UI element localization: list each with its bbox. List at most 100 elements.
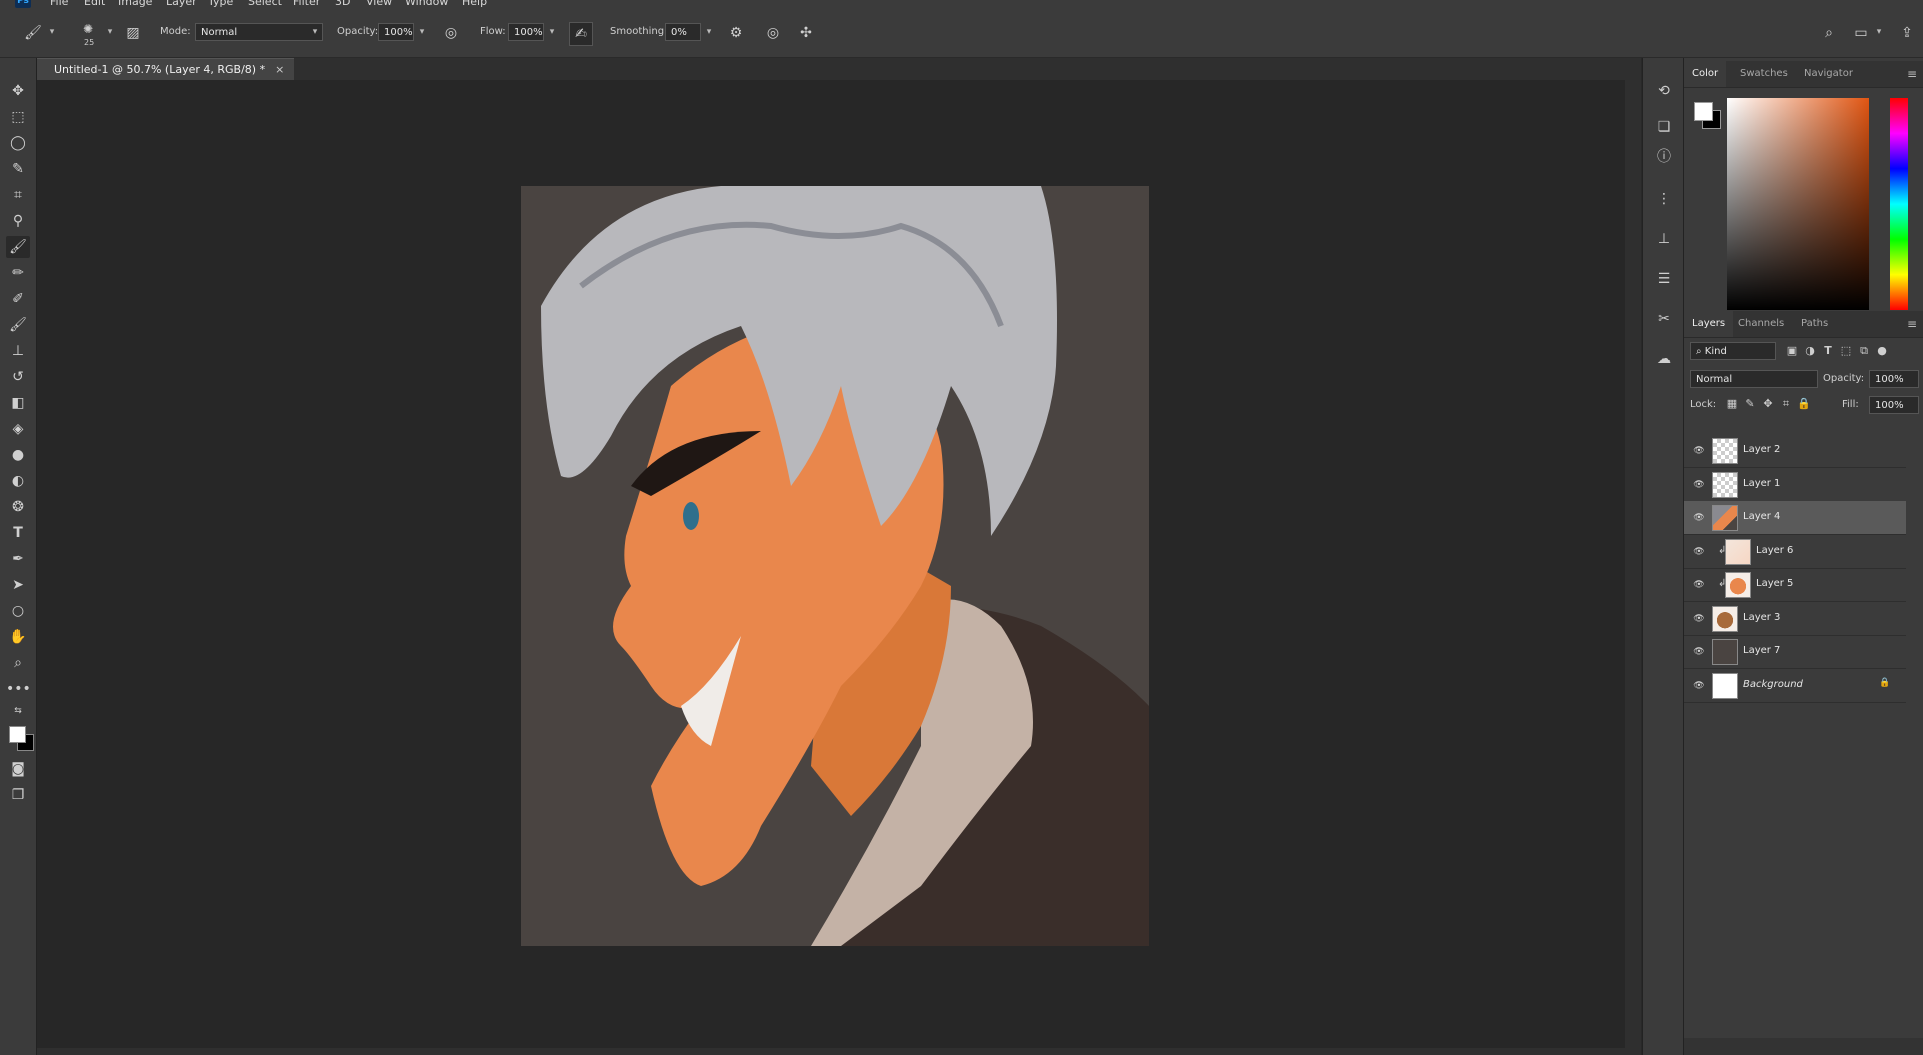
menu-help[interactable]: Help	[462, 0, 487, 8]
history-brush-tool-icon[interactable]: ↺	[6, 366, 30, 388]
marquee-tool-icon[interactable]: ⬚	[6, 106, 30, 128]
ellipse-tool-icon[interactable]: ○	[6, 600, 30, 622]
filter-toggle-icon[interactable]: ●	[1874, 343, 1890, 359]
artwork-canvas[interactable]	[521, 186, 1149, 946]
libraries-icon[interactable]: ❏	[1653, 116, 1675, 138]
type-tool-icon[interactable]: T	[6, 522, 30, 544]
layer-name[interactable]: Layer 6	[1756, 545, 1793, 556]
tab-channels[interactable]: Channels	[1730, 311, 1792, 337]
search-icon[interactable]: ⌕	[1818, 22, 1840, 44]
tab-swatches[interactable]: Swatches	[1732, 61, 1796, 87]
tab-paths[interactable]: Paths	[1793, 311, 1836, 337]
layer-row[interactable]: 👁 ↲ Layer 6	[1684, 535, 1906, 569]
clone-source-icon[interactable]: ⊥	[1653, 228, 1675, 250]
tools-presets-icon[interactable]: ✂	[1653, 308, 1675, 330]
layer-thumbnail[interactable]	[1725, 538, 1751, 565]
layer-name[interactable]: Layer 1	[1743, 478, 1780, 489]
panel-menu-icon[interactable]: ≡	[1907, 61, 1917, 87]
horizontal-scrollbar[interactable]	[37, 1048, 1641, 1055]
menu-type[interactable]: Type	[208, 0, 233, 8]
lock-all-icon[interactable]: 🔒	[1796, 396, 1812, 412]
chevron-down-icon[interactable]: ▾	[546, 23, 558, 41]
vertical-scrollbar[interactable]	[1625, 80, 1641, 1048]
panel-menu-icon[interactable]: ≡	[1907, 311, 1917, 337]
tab-layers[interactable]: Layers	[1684, 311, 1734, 337]
hand-tool-icon[interactable]: ✋	[6, 626, 30, 648]
visibility-eye-icon[interactable]: 👁	[1692, 645, 1706, 659]
layer-name[interactable]: Background	[1743, 679, 1803, 690]
pen-tool-icon[interactable]: ✒	[6, 548, 30, 570]
airbrush-icon[interactable]: ✍	[569, 22, 593, 46]
share-icon[interactable]: ⇪	[1896, 22, 1918, 44]
lock-icon[interactable]: 🔒	[1879, 678, 1890, 688]
visibility-eye-icon[interactable]: 👁	[1692, 679, 1706, 693]
tab-color[interactable]: Color	[1684, 61, 1727, 87]
layer-row[interactable]: 👁 Background 🔒	[1684, 669, 1906, 703]
filter-adjustment-icon[interactable]: ◑	[1802, 343, 1818, 359]
clone-stamp-tool-icon[interactable]: ⊥	[6, 340, 30, 362]
brush-settings-icon[interactable]: ⋮	[1653, 188, 1675, 210]
chevron-down-icon[interactable]: ▾	[416, 23, 428, 41]
document-tab[interactable]: Untitled-1 @ 50.7% (Layer 4, RGB/8) * ×	[37, 58, 295, 81]
fill-field[interactable]: 100%	[1869, 396, 1919, 414]
saturation-brightness-field[interactable]	[1727, 98, 1869, 310]
workspace-icon[interactable]: ▭	[1850, 22, 1872, 44]
layer-name[interactable]: Layer 5	[1756, 578, 1793, 589]
visibility-eye-icon[interactable]: 👁	[1692, 444, 1706, 458]
move-tool-icon[interactable]: ✥	[6, 80, 30, 102]
foreground-color-swatch[interactable]	[9, 726, 26, 743]
eyedropper-tool-icon[interactable]: ⚲	[6, 210, 30, 232]
swap-colors-icon[interactable]: ⇆	[6, 704, 30, 718]
brush-settings-panel-icon[interactable]: ▨	[122, 22, 144, 44]
filter-pixel-icon[interactable]: ▣	[1784, 343, 1800, 359]
blend-mode-select[interactable]: Normal	[1690, 370, 1818, 388]
menu-file[interactable]: File	[50, 0, 68, 8]
lock-transparent-icon[interactable]: ▦	[1724, 396, 1740, 412]
foreground-color-swatch[interactable]	[1694, 102, 1713, 121]
screen-mode-icon[interactable]: ❐	[6, 784, 30, 806]
layer-row[interactable]: 👁 Layer 7	[1684, 635, 1906, 669]
paint-bucket-tool-icon[interactable]: ◈	[6, 418, 30, 440]
lasso-tool-icon[interactable]: ◯	[6, 132, 30, 154]
more-tools-icon[interactable]: •••	[6, 678, 31, 700]
tab-navigator[interactable]: Navigator	[1796, 61, 1861, 87]
pressure-opacity-icon[interactable]: ◎	[440, 22, 462, 44]
close-icon[interactable]: ×	[275, 63, 284, 76]
chevron-down-icon[interactable]: ▾	[104, 23, 116, 41]
path-selection-tool-icon[interactable]: ➤	[6, 574, 30, 596]
creative-cloud-icon[interactable]: ☁	[1653, 348, 1675, 370]
menu-image[interactable]: Image	[118, 0, 152, 8]
lock-position-icon[interactable]: ✥	[1760, 396, 1776, 412]
layer-row[interactable]: 👁 Layer 3	[1684, 602, 1906, 636]
layer-row[interactable]: 👁 ↲ Layer 5	[1684, 568, 1906, 602]
chevron-down-icon[interactable]: ▾	[703, 23, 715, 41]
layer-thumbnail[interactable]	[1712, 639, 1738, 665]
filter-shape-icon[interactable]: ⬚	[1838, 343, 1854, 359]
visibility-eye-icon[interactable]: 👁	[1692, 578, 1706, 592]
menu-window[interactable]: Window	[405, 0, 448, 8]
brush-tool-icon[interactable]: 🖌	[6, 236, 30, 258]
brush-tool-preset-icon[interactable]: 🖌	[22, 22, 44, 44]
menu-view[interactable]: View	[366, 0, 392, 8]
layer-row[interactable]: 👁 Layer 2	[1684, 434, 1906, 468]
visibility-eye-icon[interactable]: 👁	[1692, 545, 1706, 559]
flow-field[interactable]: 100%	[508, 23, 544, 41]
smoothing-field[interactable]: 0%	[665, 23, 701, 41]
mixer-brush-tool-icon[interactable]: 🖌	[6, 314, 30, 336]
layer-thumbnail[interactable]	[1712, 471, 1738, 498]
layer-thumbnail[interactable]	[1712, 672, 1738, 699]
filter-smart-object-icon[interactable]: ⧉	[1856, 343, 1872, 359]
brush-size-picker-icon[interactable]: ✺	[77, 18, 99, 40]
history-icon[interactable]: ⟲	[1653, 80, 1675, 102]
opacity-field[interactable]: 100%	[378, 23, 414, 41]
dodge-tool-icon[interactable]: ◐	[6, 470, 30, 492]
menu-3d[interactable]: 3D	[335, 0, 350, 8]
visibility-eye-icon[interactable]: 👁	[1692, 612, 1706, 626]
layer-thumbnail[interactable]	[1725, 572, 1751, 598]
layer-name[interactable]: Layer 2	[1743, 444, 1780, 455]
pressure-size-icon[interactable]: ◎	[762, 22, 784, 44]
info-icon[interactable]: ⓘ	[1653, 146, 1675, 168]
adjustments-icon[interactable]: ☰	[1653, 268, 1675, 290]
visibility-eye-icon[interactable]: 👁	[1692, 478, 1706, 492]
color-replacement-tool-icon[interactable]: ✐	[6, 288, 30, 310]
